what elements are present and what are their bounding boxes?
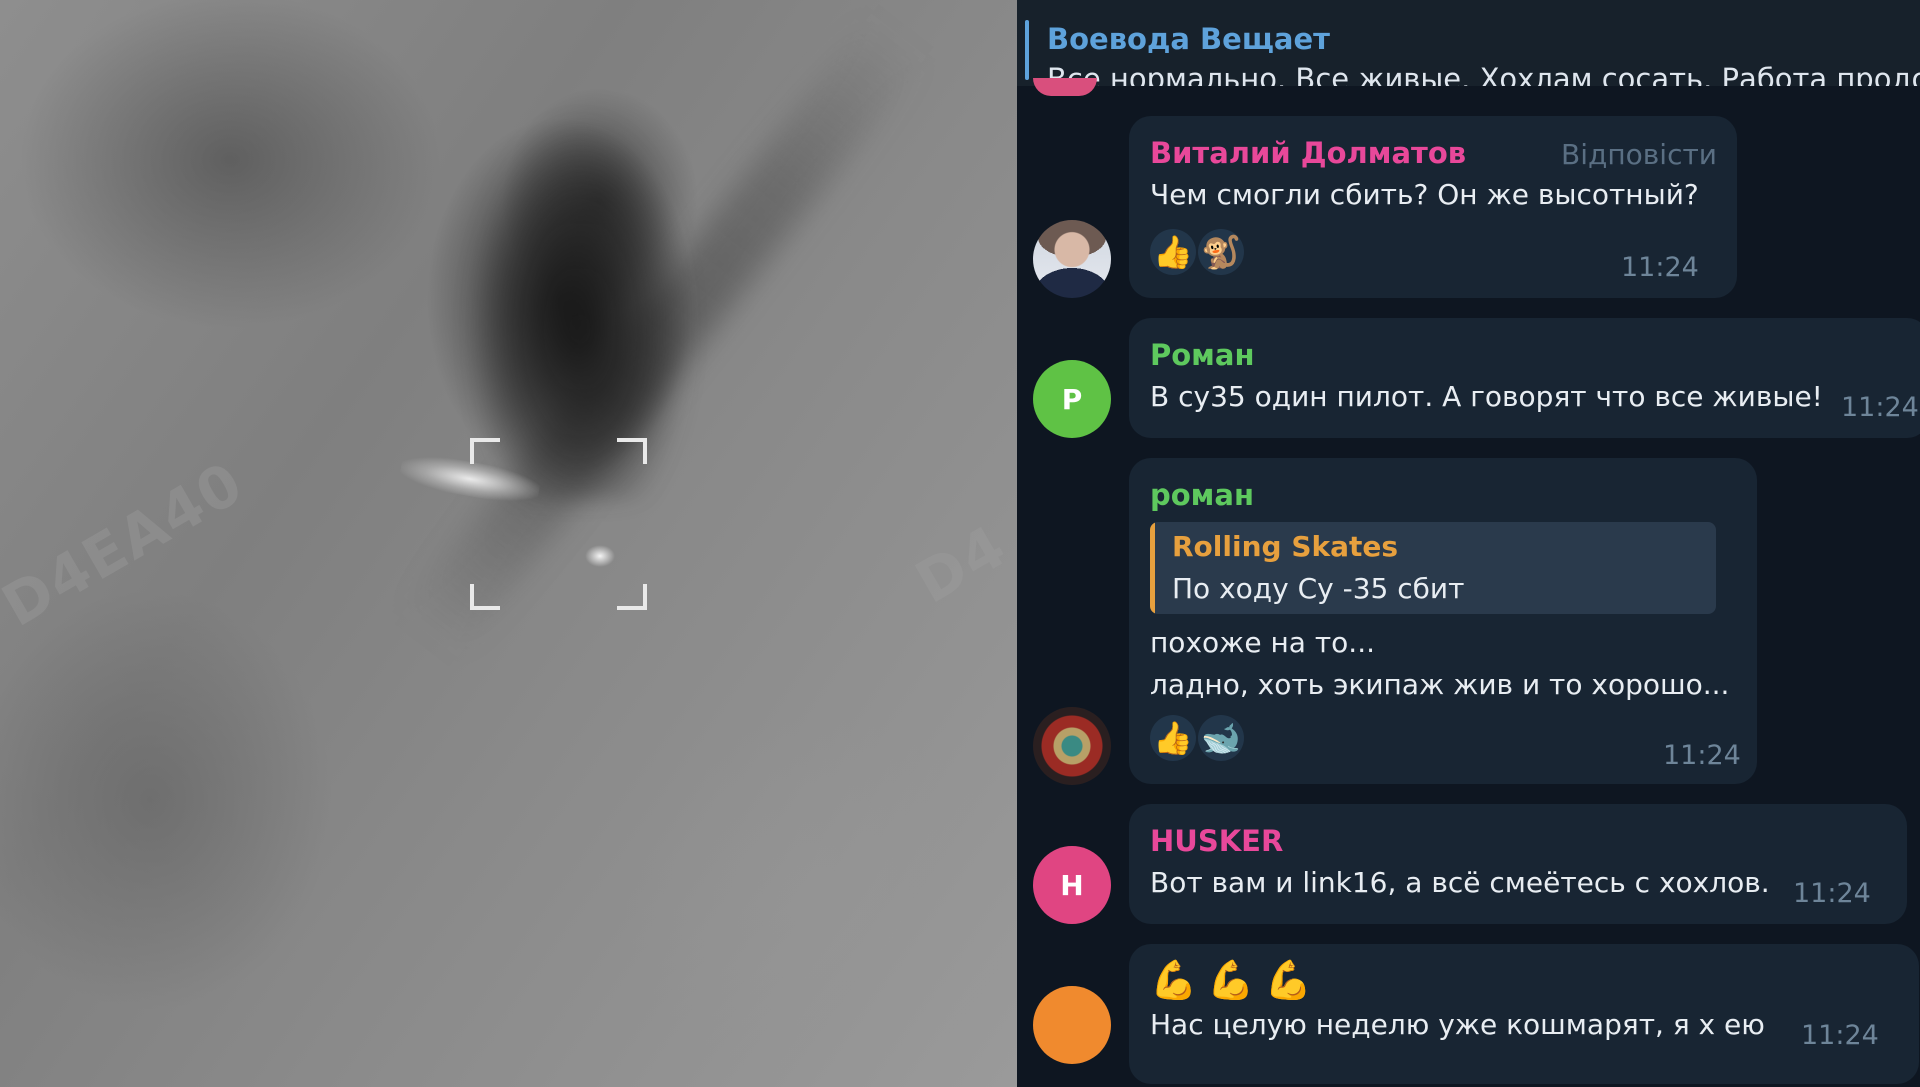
quote-text: По ходу Су -35 сбит (1172, 572, 1465, 605)
message-time: 11:24 (1801, 1020, 1879, 1051)
avatar[interactable] (1033, 707, 1111, 785)
message-text: В су35 один пилот. А говорят что все жив… (1150, 380, 1823, 413)
message-bubble[interactable]: Виталий Долматов Відповісти Чем смогли с… (1129, 116, 1737, 298)
reply-link[interactable]: Відповісти (1561, 138, 1717, 171)
watermark: D4 (904, 511, 1017, 617)
flexed-biceps-icon: 💪 (1207, 958, 1255, 1002)
avatar[interactable]: Р (1033, 360, 1111, 438)
message-text: Чем смогли сбить? Он же высотный? (1150, 178, 1699, 211)
avatar[interactable] (1033, 986, 1111, 1064)
pinned-preview: Все нормально. Все живые. Хохлам сосать.… (1047, 62, 1920, 86)
thumbs-up-icon[interactable]: 👍 (1150, 715, 1196, 761)
pinned-message-bar[interactable]: Воевода Вещает Все нормально. Все живые.… (1017, 0, 1920, 86)
quote-author: Rolling Skates (1172, 530, 1399, 563)
watermark: D4EA40 (0, 448, 255, 640)
target-bracket-top-left (470, 438, 500, 464)
target-bracket-bottom-left (470, 584, 500, 610)
message-text: Нас целую неделю уже кошмарят, я х ею (1150, 1008, 1765, 1041)
monkey-icon[interactable]: 🐒 (1198, 229, 1244, 275)
message-text: Вот вам и link16, а всё смеётесь с хохло… (1150, 866, 1770, 899)
target-bracket-bottom-right (617, 584, 647, 610)
video-frame: D4EA40 D4 (0, 0, 1017, 1087)
pinned-title: Воевода Вещает (1047, 22, 1330, 56)
message-time: 11:24 (1793, 878, 1871, 909)
message-text: похоже на то... (1150, 626, 1375, 659)
reactions: 👍 🐒 (1150, 224, 1244, 280)
message-author[interactable]: HUSKER (1150, 824, 1283, 858)
message-bubble[interactable]: 💪 💪 💪 Нас целую неделю уже кошмарят, я х… (1129, 944, 1919, 1084)
message-bubble[interactable]: роман Rolling Skates По ходу Су -35 сбит… (1129, 458, 1757, 784)
message-bubble[interactable]: Роман В су35 один пилот. А говорят что в… (1129, 318, 1920, 438)
reactions: 👍 🐋 (1150, 710, 1244, 766)
chat-panel[interactable]: Воевода Вещает Все нормально. Все живые.… (1017, 0, 1920, 1087)
message-author[interactable]: Виталий Долматов (1150, 136, 1466, 170)
message-author[interactable]: роман (1150, 478, 1254, 512)
flexed-biceps-icon: 💪 (1264, 958, 1312, 1002)
whale-icon[interactable]: 🐋 (1198, 715, 1244, 761)
pinned-accent-bar (1025, 20, 1029, 80)
smoke-plume (470, 120, 690, 500)
flexed-biceps-icon: 💪 (1150, 958, 1198, 1002)
avatar[interactable] (1033, 78, 1097, 96)
message-text: ладно, хоть экипаж жив и то хорошо... (1150, 668, 1730, 701)
quote-accent-bar (1150, 522, 1155, 614)
message-bubble[interactable]: HUSKER Вот вам и link16, а всё смеётесь … (1129, 804, 1907, 924)
avatar[interactable] (1033, 220, 1111, 298)
target-bracket-top-right (617, 438, 647, 464)
explosion-spark (585, 545, 615, 567)
reply-quote[interactable]: Rolling Skates По ходу Су -35 сбит (1150, 522, 1716, 614)
message-time: 11:24 (1841, 392, 1919, 423)
emoji-stickers: 💪 💪 💪 (1150, 958, 1312, 1003)
avatar[interactable]: H (1033, 846, 1111, 924)
message-time: 11:24 (1663, 740, 1741, 771)
thumbs-up-icon[interactable]: 👍 (1150, 229, 1196, 275)
message-time: 11:24 (1621, 252, 1699, 283)
message-author[interactable]: Роман (1150, 338, 1255, 372)
